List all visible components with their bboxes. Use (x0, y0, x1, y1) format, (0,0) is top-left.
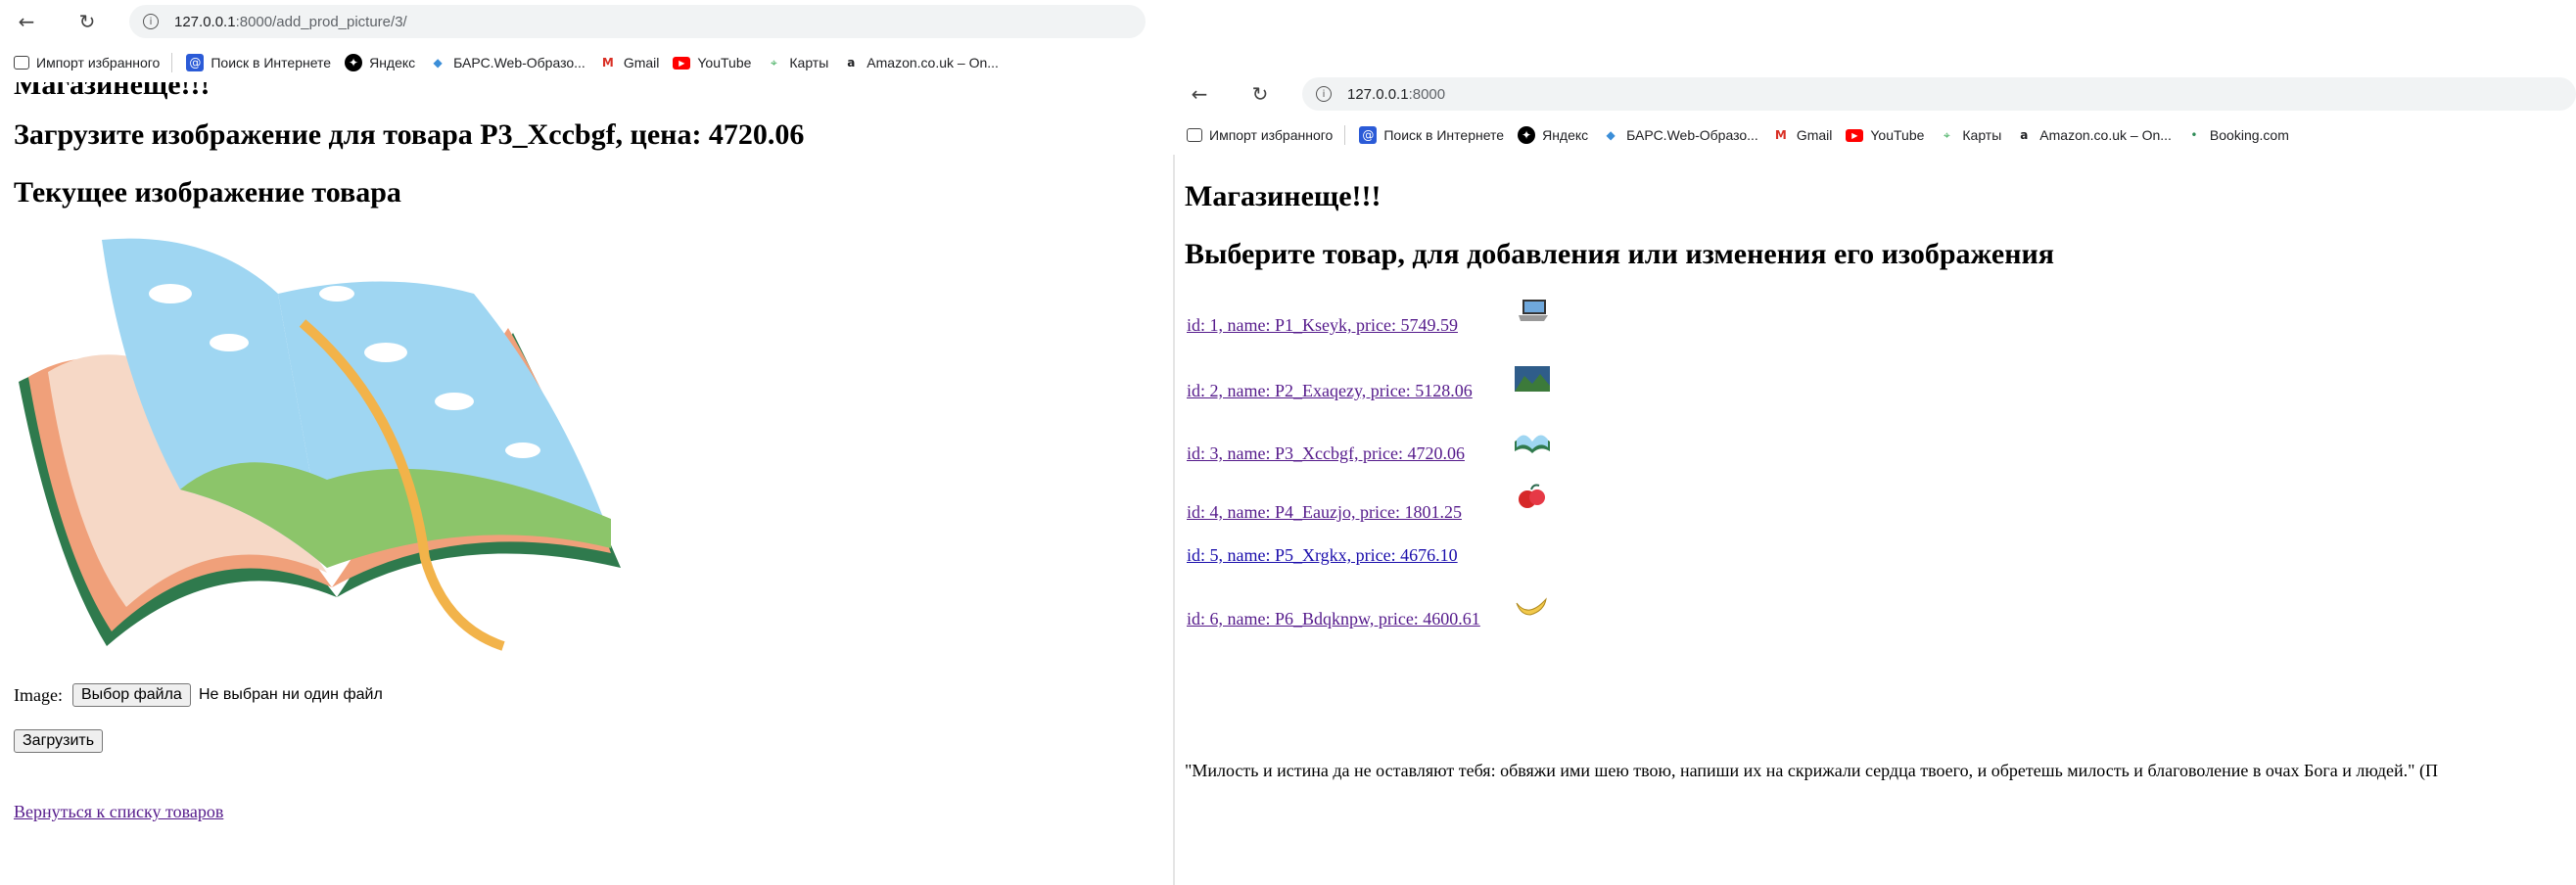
yandex-icon: ✦ (1518, 126, 1536, 144)
browser-toolbar: ← ↻ i 127.0.0.1:8000 (1173, 72, 2576, 116)
bookmark-import[interactable]: Импорт избранного (1187, 127, 1333, 143)
bookmark-separator (1344, 125, 1346, 145)
bookmark-yandex[interactable]: ✦ Яндекс (345, 54, 415, 71)
page-content: Магазинеще!!! Выберите товар, для добавл… (1173, 155, 2576, 885)
product-image (19, 238, 621, 651)
bookmark-import[interactable]: Импорт избранного (14, 55, 160, 70)
reload-icon[interactable]: ↻ (1247, 81, 1273, 107)
bookmark-search[interactable]: @ Поиск в Интернете (186, 54, 331, 71)
amazon-icon: a (847, 56, 856, 70)
upload-button[interactable]: Загрузить (14, 729, 104, 753)
folder-import-icon (14, 56, 29, 70)
product-link-4[interactable]: id: 4, name: P4_Eauzjo, price: 1801.25 (1187, 502, 1462, 523)
product-link-3[interactable]: id: 3, name: P3_Xccbgf, price: 4720.06 (1187, 443, 1465, 464)
upload-title: Загрузите изображение для товара P3_Xccb… (14, 118, 805, 151)
bookmark-separator (171, 53, 173, 72)
url-path: :8000/add_prod_picture/3/ (235, 13, 407, 30)
select-product-title: Выберите товар, для добавления или измен… (1185, 238, 2055, 270)
youtube-icon: ▶ (1846, 128, 1864, 142)
image-label: Image: (14, 685, 63, 705)
back-to-list-link[interactable]: Вернуться к списку товаров (14, 802, 223, 822)
bookmark-maps[interactable]: ⌖ Карты (765, 54, 828, 71)
choose-file-button[interactable]: Выбор файла (72, 683, 191, 707)
fruit-icon (1519, 484, 1545, 508)
search-engine-icon: @ (186, 54, 205, 71)
bookmark-amazon[interactable]: a Amazon.co.uk – On... (842, 54, 999, 71)
shop-heading-cut: Магазинеще!!! (14, 82, 211, 101)
banana-icon (1516, 597, 1547, 616)
booking-icon: • (2190, 128, 2198, 142)
current-image-title: Текущее изображение товара (14, 176, 401, 209)
maps-icon: ⌖ (771, 55, 777, 70)
bookmarks-bar: Импорт избранного @ Поиск в Интернете ✦ Ян… (1173, 116, 2576, 155)
bookmark-booking[interactable]: • Booking.com (2185, 126, 2288, 144)
bookmark-amazon[interactable]: a Amazon.co.uk – On... (2015, 126, 2172, 144)
youtube-icon: ▶ (673, 56, 691, 70)
bible-quote: "Милость и истина да не оставляют тебя: … (1185, 761, 2438, 780)
book-icon (1515, 435, 1550, 453)
amazon-icon: a (2020, 128, 2029, 142)
back-arrow-icon[interactable]: ← (1187, 81, 1212, 107)
address-bar[interactable]: i 127.0.0.1:8000/add_prod_picture/3/ (129, 5, 1146, 38)
bookmark-bars[interactable]: ◆ БАРС.Web-Образо... (1602, 126, 1758, 144)
bookmark-youtube[interactable]: ▶ YouTube (673, 55, 751, 70)
site-info-icon[interactable]: i (1316, 86, 1332, 102)
bookmark-bars[interactable]: ◆ БАРС.Web-Образо... (429, 54, 585, 71)
url-host: 127.0.0.1 (174, 13, 236, 30)
gmail-icon: M (601, 56, 614, 70)
back-arrow-icon[interactable]: ← (14, 9, 39, 34)
search-engine-icon: @ (1359, 126, 1378, 144)
product-link-1[interactable]: id: 1, name: P1_Kseyk, price: 5749.59 (1187, 315, 1458, 336)
yandex-icon: ✦ (345, 54, 363, 71)
laptop-icon (1519, 300, 1548, 321)
site-info-icon[interactable]: i (143, 14, 159, 29)
folder-import-icon (1187, 128, 1202, 142)
reload-icon[interactable]: ↻ (74, 9, 100, 34)
no-file-text: Не выбран ни один файл (199, 686, 383, 703)
bookmark-gmail[interactable]: M Gmail (1772, 126, 1833, 144)
bookmark-maps[interactable]: ⌖ Карты (1938, 126, 2001, 144)
url-host: 127.0.0.1 (1347, 85, 1409, 103)
bookmarks-bar: Импорт избранного @ Поиск в Интернете ✦ Ян… (0, 43, 1146, 82)
left-browser-window: ← ↻ i 127.0.0.1:8000/add_prod_picture/3/… (0, 0, 1146, 866)
product-link-2[interactable]: id: 2, name: P2_Exaqezy, price: 5128.06 (1187, 381, 1473, 401)
bookmark-gmail[interactable]: M Gmail (599, 54, 660, 71)
bookmark-search[interactable]: @ Поиск в Интернете (1359, 126, 1504, 144)
shop-title: Магазинеще!!! (1185, 180, 1382, 212)
url-path: :8000 (1408, 85, 1446, 103)
landscape-icon (1515, 366, 1550, 392)
browser-toolbar: ← ↻ i 127.0.0.1:8000/add_prod_picture/3/ (0, 0, 1146, 43)
bars-icon: ◆ (1606, 128, 1616, 142)
right-browser-window: ← ↻ i 127.0.0.1:8000 Импорт избранного @… (1173, 72, 2576, 885)
page-content: Магазинеще!!! Загрузите изображение для … (0, 82, 1146, 866)
address-bar[interactable]: i 127.0.0.1:8000 (1302, 77, 2576, 111)
maps-icon: ⌖ (1944, 127, 1950, 142)
bars-icon: ◆ (433, 56, 443, 70)
gmail-icon: M (1774, 128, 1787, 142)
product-link-6[interactable]: id: 6, name: P6_Bdqknpw, price: 4600.61 (1187, 609, 1480, 629)
bookmark-yandex[interactable]: ✦ Яндекс (1518, 126, 1588, 144)
bookmark-youtube[interactable]: ▶ YouTube (1846, 127, 1924, 143)
product-link-5[interactable]: id: 5, name: P5_Xrgkx, price: 4676.10 (1187, 545, 1458, 566)
